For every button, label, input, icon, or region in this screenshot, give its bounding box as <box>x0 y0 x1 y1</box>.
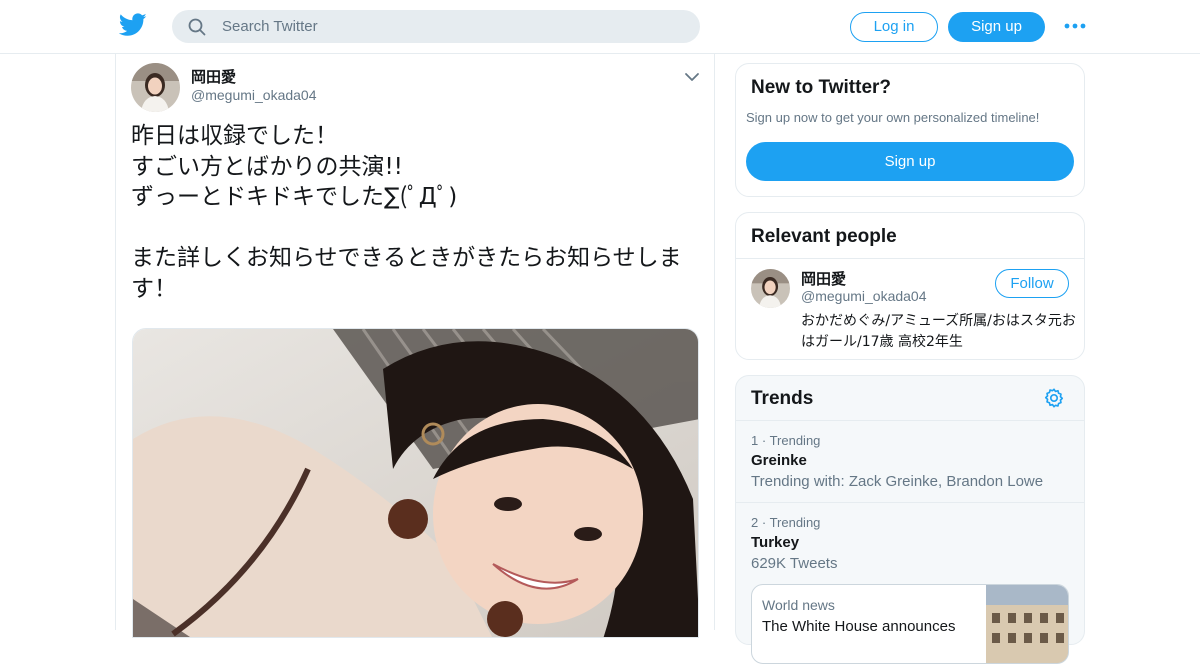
trend-name[interactable]: Greinke <box>751 452 807 469</box>
trend-rank: 1 <box>751 433 759 448</box>
tweet-text: 昨日は収録でした！ すごい方とばかりの共演!! ずっーとドキドキでした∑(ﾟДﾟ… <box>131 123 682 302</box>
card-title: New to Twitter? <box>751 77 892 98</box>
person-name[interactable]: 岡田愛 <box>801 268 846 289</box>
divider <box>736 420 1084 421</box>
card-title: Relevant people <box>751 226 897 247</box>
author-name[interactable]: 岡田愛 <box>191 66 236 87</box>
divider <box>736 502 1084 503</box>
trend-meta: 2 · Trending <box>751 515 820 530</box>
relevant-people-card: Relevant people 岡田愛 @megumi_okada04 Foll… <box>735 212 1085 360</box>
twitter-bird-icon[interactable] <box>118 13 147 37</box>
avatar[interactable] <box>751 269 790 308</box>
login-button[interactable]: Log in <box>850 12 938 42</box>
trend-separator: · <box>761 433 770 448</box>
news-headline[interactable]: The White House announces <box>762 618 955 635</box>
author-handle[interactable]: @megumi_okada04 <box>191 87 317 103</box>
news-card[interactable]: World news The White House announces <box>751 584 1069 664</box>
news-category: World news <box>762 597 835 613</box>
signup-button[interactable]: Sign up <box>948 12 1045 42</box>
search-input[interactable] <box>222 10 682 43</box>
divider <box>736 258 1084 259</box>
avatar[interactable] <box>131 63 180 112</box>
top-navigation-bar: Log in Sign up <box>0 0 1200 54</box>
chevron-down-icon[interactable] <box>684 68 700 81</box>
tweet-column: 岡田愛 @megumi_okada04 昨日は収録でした！ すごい方とばかりの共… <box>115 54 715 638</box>
trend-context: 629K Tweets <box>751 555 838 572</box>
trend-name[interactable]: Turkey <box>751 534 799 551</box>
more-dots-icon[interactable] <box>1063 16 1087 36</box>
follow-button[interactable]: Follow <box>995 269 1069 298</box>
trend-context: Trending with: Zack Greinke, Brandon Low… <box>751 473 1044 490</box>
search-icon <box>188 18 206 36</box>
trends-card: Trends 1 · Trending Greinke Trending wit… <box>735 375 1085 664</box>
trend-meta: 1 · Trending <box>751 433 820 448</box>
trend-rank: 2 <box>751 515 759 530</box>
trend-label: Trending <box>769 433 821 448</box>
person-handle[interactable]: @megumi_okada04 <box>801 288 927 304</box>
gear-icon[interactable] <box>1043 387 1065 409</box>
signup-button-large[interactable]: Sign up <box>746 142 1074 181</box>
tweet-photo[interactable] <box>132 328 699 638</box>
search-box[interactable] <box>172 10 700 43</box>
trend-label: Trending <box>769 515 821 530</box>
person-bio: おかだめぐみ/アミューズ所属/おはスタ元おはガール/17歳 高校2年生 <box>801 313 1076 350</box>
news-thumbnail[interactable] <box>986 585 1068 663</box>
new-to-twitter-card: New to Twitter? Sign up now to get your … <box>735 63 1085 197</box>
card-title: Trends <box>751 388 814 409</box>
trend-separator: · <box>761 515 770 530</box>
card-subtitle: Sign up now to get your own personalized… <box>746 110 1040 125</box>
